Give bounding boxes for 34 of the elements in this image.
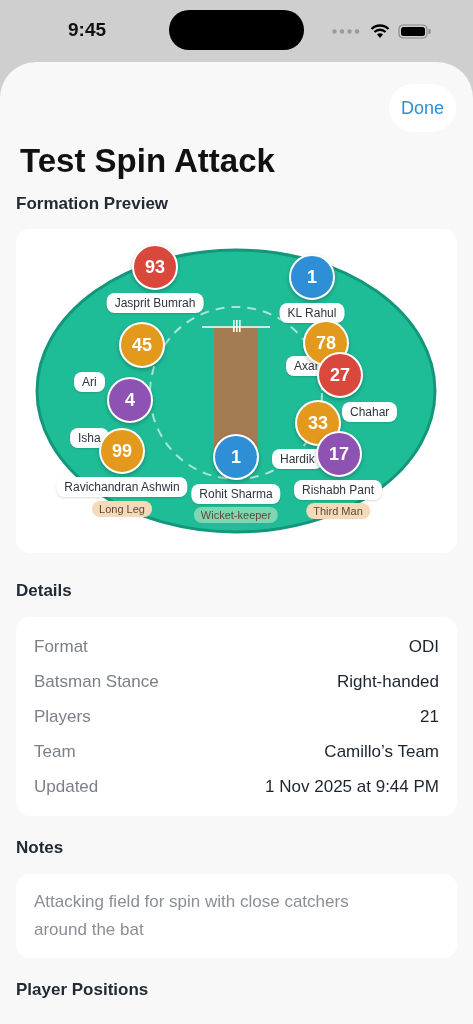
position-tag: Third Man [306,503,370,519]
signal-icon [332,28,362,34]
player-marker[interactable]: 93 [132,244,178,290]
detail-value: Right-handed [336,671,439,692]
detail-value: 1 Nov 2025 at 9:44 PM [265,776,439,797]
detail-label: Format [34,636,88,657]
player-name-label: KL Rahul [279,303,345,323]
notes-text: Attacking field for spin with close catchers around the bat [16,874,457,958]
player-name-label: Rohit Sharma [191,484,281,504]
player-name-label: Ravichandran Ashwin [56,477,188,497]
detail-value: Camillo’s Team [324,741,439,762]
battery-icon [398,23,431,39]
position-tag: Long Leg [92,501,152,517]
player-name-label: Chahar [342,402,398,422]
detail-label: Updated [34,776,99,797]
detail-value: 21 [420,706,439,727]
player-name-label: Ari [74,372,105,392]
detail-label: Players [34,706,91,727]
section-heading: Details [16,581,73,601]
section-heading: Notes [16,838,65,858]
detail-value: ODI [408,636,439,657]
done-button[interactable]: Done [389,84,456,132]
detail-label: Team [34,741,76,762]
player-name-label: Jasprit Bumrah [106,293,204,313]
detail-label: Batsman Stance [34,671,159,692]
sheet-title: Test Spin Attack [20,142,276,180]
position-tag: Wicket-keeper [193,507,279,523]
player-name-label: Rishabh Pant [294,480,382,500]
section-heading: Formation Preview [16,194,170,214]
player-name-label: Isha [70,428,109,448]
section-heading: Player Positions [16,980,150,1000]
wifi-icon [370,23,390,39]
status-time: 9:45 [68,19,107,41]
stumps-icon [201,320,271,332]
